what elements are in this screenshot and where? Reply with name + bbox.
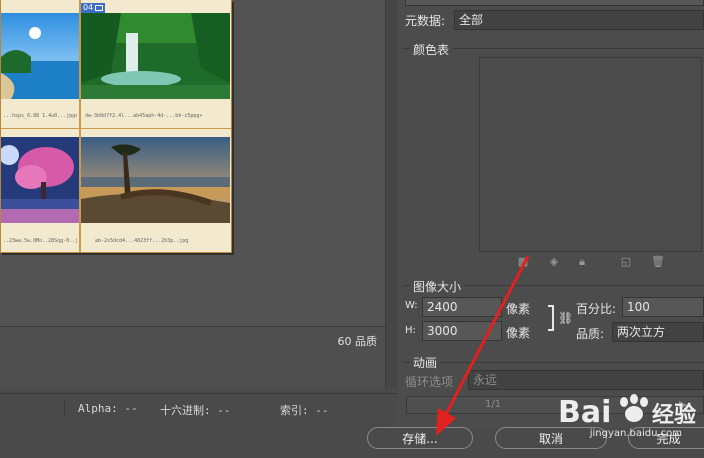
index-readout: 索引: -- <box>280 404 329 417</box>
tile-caption: ..23ww.5w.0Mo..28Sqg-0..jpg <box>3 238 77 244</box>
waterfall-thumbnail <box>81 13 230 99</box>
preset-dropdown-edge[interactable] <box>405 0 704 6</box>
red-arrow-annotation <box>436 255 530 436</box>
alpha-readout: Alpha: -- <box>78 402 138 415</box>
percent-label: 百分比: <box>576 302 617 316</box>
tile-number: 04 <box>83 3 94 12</box>
metadata-select[interactable]: 全部 <box>454 10 704 30</box>
tile-caption: ab-2s5dcd4...4823ff...2b3p..jpg <box>95 238 189 244</box>
height-label: H: <box>405 325 416 336</box>
preview-info-bar <box>0 326 385 389</box>
preview-tile-2: 04 dw-3b0d7f2.4l...ab45aph-4d-...bh-c5pp… <box>81 0 230 128</box>
hex-readout: 十六进制: -- <box>160 404 231 417</box>
lake-tree-thumbnail <box>81 137 230 223</box>
svg-text:Bai: Bai <box>558 395 611 430</box>
preview-tile-3: ..23ww.5w.0Mo..28Sqg-0..jpg <box>1 129 79 252</box>
metadata-label: 元数据: <box>405 14 446 28</box>
constrain-proportions-bracket <box>548 305 554 331</box>
resample-quality-label: 品质: <box>576 327 605 341</box>
preview-tile-4: ab-2s5dcd4...4823ff...2b3p..jpg <box>81 129 230 252</box>
quality-readout: 60 品质 <box>337 335 378 348</box>
new-color-icon[interactable]: ◱ <box>620 256 632 268</box>
width-label: W: <box>405 300 418 311</box>
optimized-preview-document: ...hsps_6.88 1.4u0...jpg+ 04 dw-3b0d7f2.… <box>0 0 232 253</box>
beach-thumbnail <box>1 13 79 99</box>
lock-icon[interactable]: 🔒︎ <box>576 256 588 268</box>
tile-caption: dw-3b0d7f2.4l...ab45aph-4d-...bh-c5ppg+ <box>85 113 203 119</box>
tile-number-badge: 04 <box>81 3 106 13</box>
trash-icon[interactable]: 🗑︎ <box>651 256 665 268</box>
watermark-url: jingyan.baidu.com <box>589 428 682 439</box>
color-table[interactable] <box>479 57 702 252</box>
percent-input[interactable]: 100 <box>622 297 704 317</box>
status-separator <box>64 400 65 416</box>
preview-tile-1: ...hsps_6.88 1.4u0...jpg+ <box>1 0 79 128</box>
chain-link-icon[interactable]: ⛓︎ <box>558 311 573 325</box>
svg-text:经验: 经验 <box>652 402 696 428</box>
mail-icon <box>95 5 104 11</box>
tile-caption: ...hsps_6.88 1.4u0...jpg+ <box>3 113 77 119</box>
blossom-thumbnail <box>1 137 79 223</box>
resample-quality-select[interactable]: 两次立方 <box>612 322 704 342</box>
status-bar: Alpha: -- 十六进制: -- 索引: -- <box>0 393 397 424</box>
cube-icon[interactable]: ◈ <box>548 256 560 268</box>
color-table-title: 颜色表 <box>410 41 453 58</box>
